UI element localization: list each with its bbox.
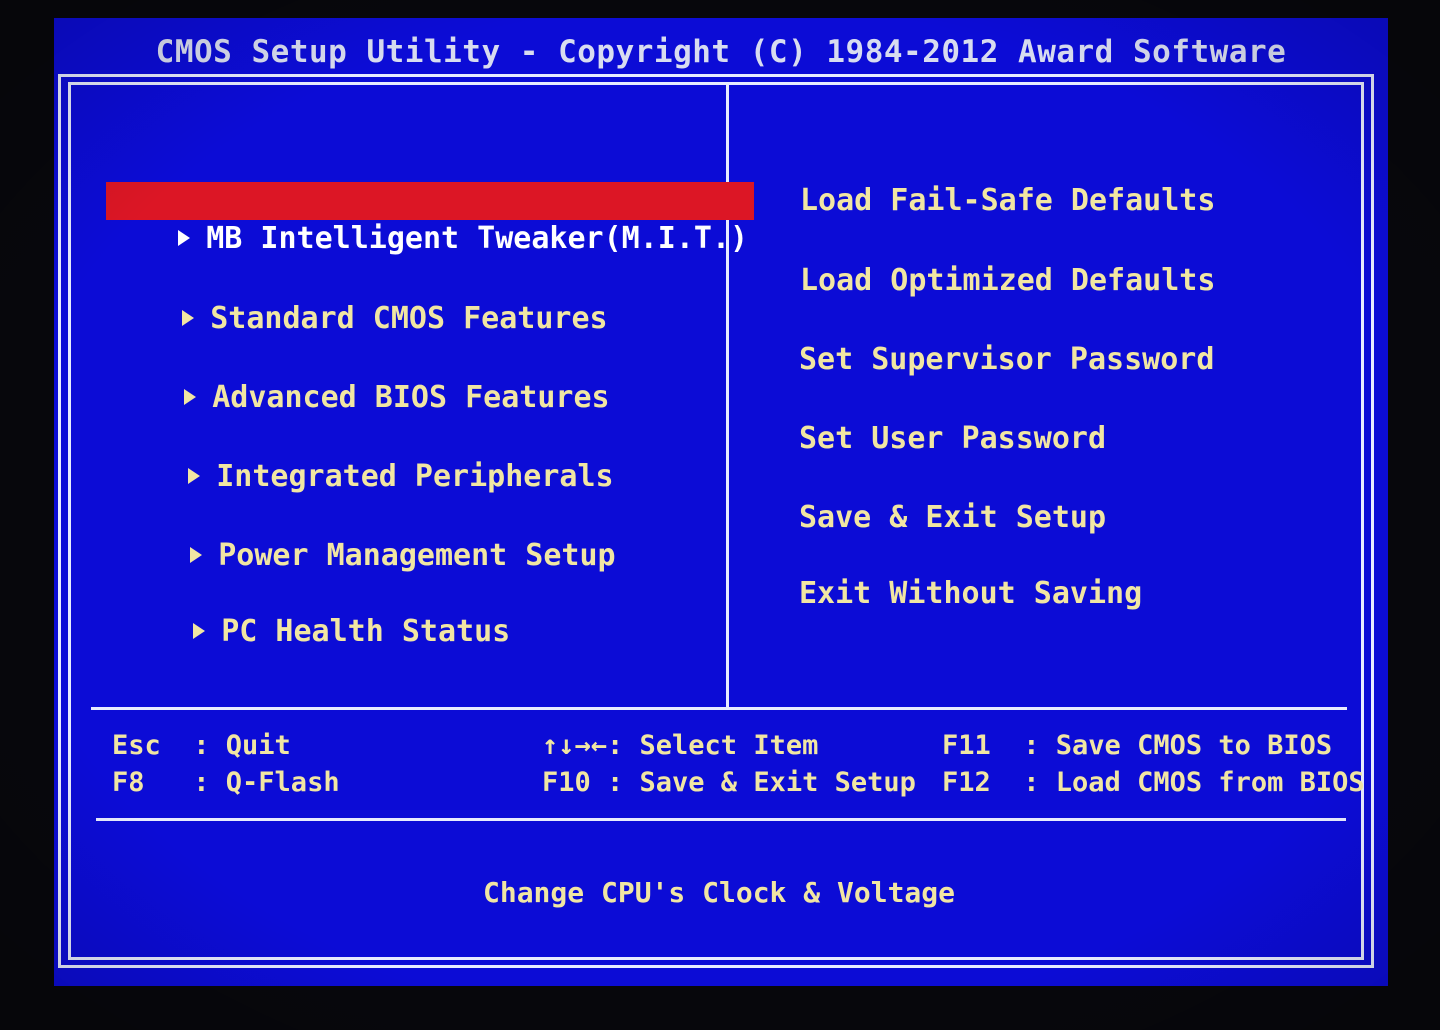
submenu-arrow-icon	[193, 622, 206, 639]
submenu-arrow-icon	[188, 467, 201, 484]
help-top-divider	[96, 818, 1346, 821]
column-divider	[726, 82, 729, 708]
menu-item-load-optimized[interactable]: Load Optimized Defaults	[800, 262, 1215, 300]
key-hint-arrows: ↑↓→←: Select Item	[542, 730, 819, 761]
legend-top-divider	[91, 707, 1347, 710]
submenu-arrow-icon	[178, 229, 191, 246]
menu-item-save-exit[interactable]: Save & Exit Setup	[799, 499, 1106, 537]
menu-item-label: Advanced BIOS Features	[212, 380, 610, 415]
bios-screen: CMOS Setup Utility - Copyright (C) 1984-…	[54, 18, 1388, 986]
key-hint-f10: F10 : Save & Exit Setup	[542, 767, 916, 798]
menu-item-integrated-peripherals[interactable]: Integrated Peripherals	[116, 420, 620, 494]
menu-item-supervisor-password[interactable]: Set Supervisor Password	[799, 341, 1214, 379]
key-hint-f8: F8 : Q-Flash	[112, 767, 340, 798]
item-help-text: Change CPU's Clock & Voltage	[482, 876, 955, 909]
menu-item-standard-cmos[interactable]: Standard CMOS Features	[110, 262, 614, 336]
menu-item-label: Standard CMOS Features	[210, 301, 608, 336]
key-hint-f11: F11 : Save CMOS to BIOS	[942, 730, 1333, 761]
bios-title: CMOS Setup Utility - Copyright (C) 1984-…	[155, 34, 1287, 70]
menu-item-load-fail-safe[interactable]: Load Fail-Safe Defaults	[800, 182, 1215, 220]
menu-item-pc-health[interactable]: PC Health Status	[121, 575, 516, 649]
menu-item-exit-without-saving[interactable]: Exit Without Saving	[799, 575, 1142, 613]
menu-item-label: Power Management Setup	[218, 538, 616, 573]
key-hint-f12: F12 : Load CMOS from BIOS	[942, 767, 1365, 798]
menu-item-power-management[interactable]: Power Management Setup	[118, 499, 622, 573]
menu-item-label: Integrated Peripherals	[216, 459, 614, 494]
menu-item-label: MB Intelligent Tweaker(M.I.T.)	[206, 221, 749, 256]
menu-item-mit[interactable]: MB Intelligent Tweaker(M.I.T.)	[106, 182, 755, 256]
submenu-arrow-icon	[184, 388, 197, 405]
submenu-arrow-icon	[190, 546, 203, 563]
menu-item-label: PC Health Status	[221, 614, 511, 649]
menu-item-advanced-bios[interactable]: Advanced BIOS Features	[112, 341, 616, 415]
key-hint-esc: Esc : Quit	[112, 730, 291, 761]
submenu-arrow-icon	[182, 309, 195, 326]
menu-item-user-password[interactable]: Set User Password	[799, 420, 1106, 458]
